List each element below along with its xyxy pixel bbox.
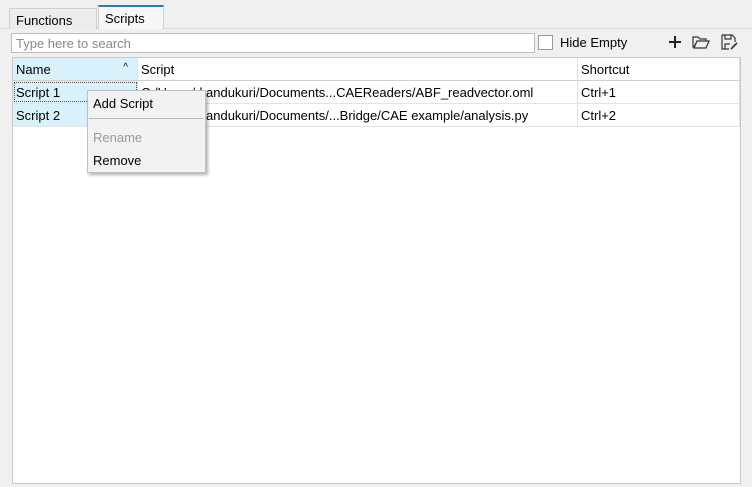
search-input[interactable] (11, 33, 535, 53)
menu-item-add-script[interactable]: Add Script (93, 96, 153, 111)
context-menu: Add Script Rename Remove (87, 90, 206, 173)
plus-icon[interactable] (666, 33, 684, 51)
menu-separator (89, 118, 203, 119)
save-edit-icon[interactable] (721, 33, 739, 51)
tab-functions[interactable]: Functions (9, 8, 97, 29)
menu-item-remove[interactable]: Remove (93, 153, 141, 168)
table-header: Name ^ Script Shortcut (13, 58, 740, 81)
folder-open-icon[interactable] (692, 33, 710, 51)
sort-ascending-icon: ^ (123, 62, 128, 73)
hide-empty-checkbox[interactable]: Hide Empty (538, 35, 627, 50)
hide-empty-label: Hide Empty (560, 35, 628, 50)
menu-item-rename: Rename (93, 130, 143, 145)
checkbox-box[interactable] (538, 35, 553, 50)
column-header-shortcut[interactable]: Shortcut (578, 58, 740, 80)
column-header-script[interactable]: Script (138, 58, 578, 80)
tab-scripts[interactable]: Scripts (98, 5, 164, 29)
cell-shortcut[interactable]: Ctrl+2 (578, 104, 740, 126)
column-header-name[interactable]: Name ^ (13, 58, 138, 80)
cell-shortcut[interactable]: Ctrl+1 (578, 81, 740, 103)
